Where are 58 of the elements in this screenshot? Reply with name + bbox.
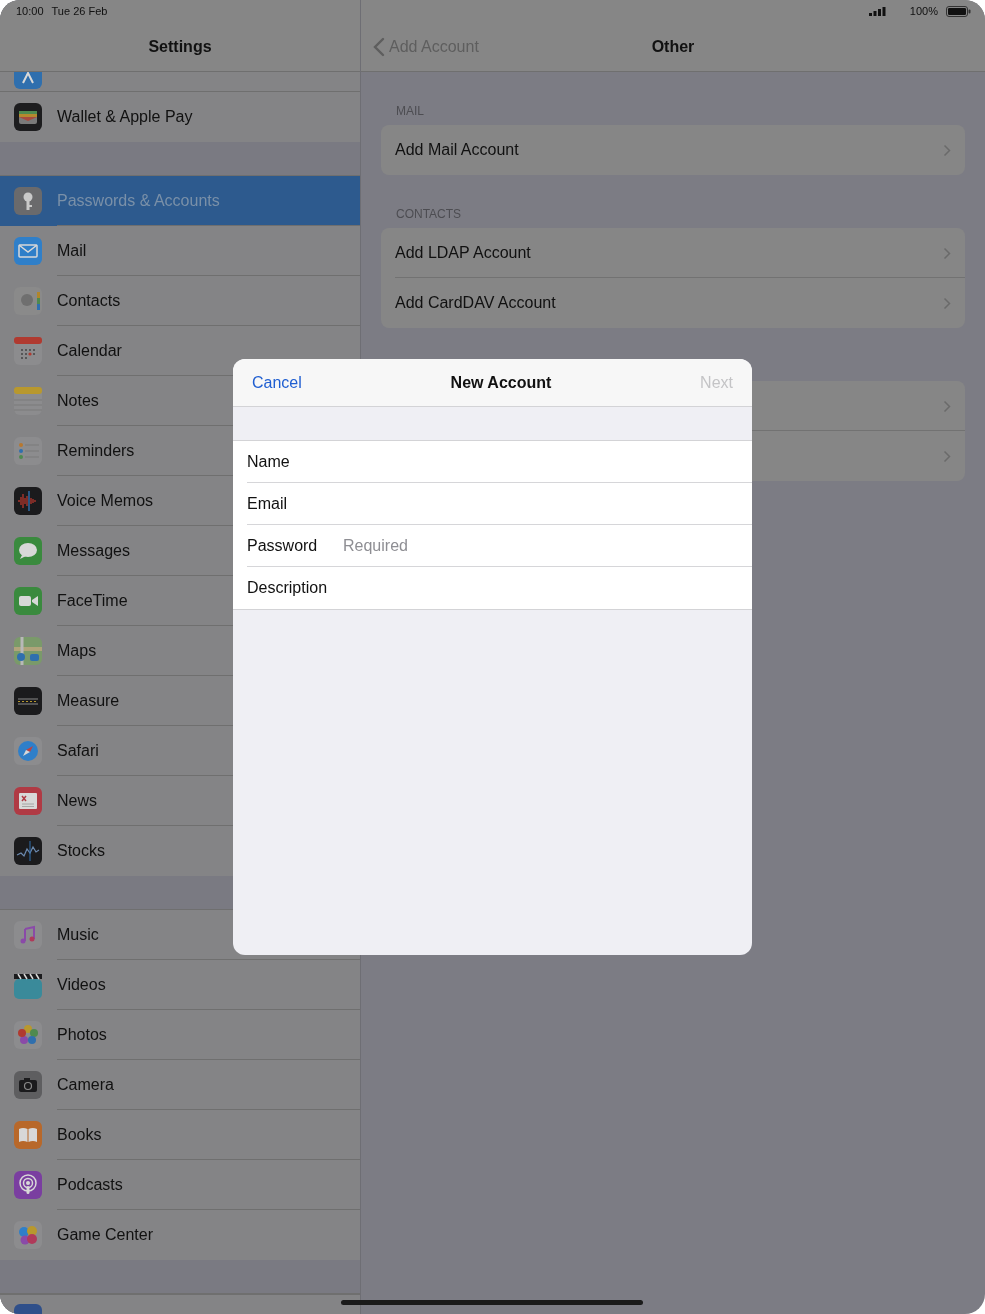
sidebar-title: Settings [148, 37, 212, 56]
map-icon [14, 637, 42, 665]
settings-item[interactable]: Game Center [0, 1210, 360, 1260]
status-date: Tue 26 Feb [51, 5, 108, 17]
battery-icon [946, 5, 971, 17]
music-note-icon [14, 921, 42, 949]
bubbles-icon [14, 1221, 42, 1249]
clapperboard-icon [14, 971, 42, 999]
compass-icon [14, 737, 42, 765]
chevron-right-icon [943, 296, 951, 310]
chevron-left-icon [373, 36, 385, 57]
podcast-icon [14, 1171, 42, 1199]
settings-item[interactable]: Calendar [0, 326, 360, 376]
calendar-icon [14, 337, 42, 365]
settings-item[interactable]: Podcasts [0, 1160, 360, 1210]
newspaper-icon [14, 787, 42, 815]
key-icon [14, 187, 42, 215]
input-field[interactable]: Required [343, 534, 738, 558]
settings-item[interactable]: Camera [0, 1060, 360, 1110]
speech-bubble-icon [14, 537, 42, 565]
status-time: 10:00 [16, 5, 44, 17]
wallet-icon [14, 103, 42, 131]
video-camera-icon [14, 587, 42, 615]
camera-icon [14, 1071, 42, 1099]
waveform-icon [14, 487, 42, 515]
notepad-icon [14, 387, 42, 415]
ruler-icon [14, 687, 42, 715]
settings-item[interactable]: Wallet & Apple Pay [0, 92, 360, 142]
settings-item[interactable]: Books [0, 1110, 360, 1160]
list-row[interactable]: Add CardDAV Account [381, 278, 965, 328]
settings-item[interactable]: Contacts [0, 276, 360, 326]
settings-item[interactable]: Photos [0, 1010, 360, 1060]
signal-icon [868, 6, 886, 16]
settings-item[interactable]: Mail [0, 226, 360, 276]
contacts-icon [14, 287, 42, 315]
settings-item[interactable]: Stocks [0, 826, 360, 876]
field-label: Password [247, 537, 319, 555]
battery-percentage: 100% [909, 5, 938, 17]
settings-item[interactable]: Videos [0, 960, 360, 1010]
field-label: Name [247, 453, 291, 471]
field-label: Description [247, 579, 329, 597]
flower-icon [14, 1021, 42, 1049]
open-book-icon [14, 1121, 42, 1149]
chevron-right-icon [943, 246, 951, 260]
list-row[interactable]: Add LDAP Account [381, 228, 965, 278]
settings-item[interactable]: Music [0, 910, 360, 960]
chevron-right-icon [943, 143, 951, 157]
list-row[interactable]: Add Mail Account [381, 125, 965, 175]
page-title: Other [651, 37, 695, 56]
settings-item[interactable]: Measure [0, 676, 360, 726]
cancel-button[interactable]: Cancel [252, 373, 302, 392]
chevron-right-icon [943, 449, 951, 463]
checklist-icon [14, 437, 42, 465]
field-label: Email [247, 495, 288, 513]
modal-title: New Account [450, 373, 552, 392]
envelope-icon [14, 237, 42, 265]
chevron-right-icon [943, 399, 951, 413]
stock-chart-icon [14, 837, 42, 865]
